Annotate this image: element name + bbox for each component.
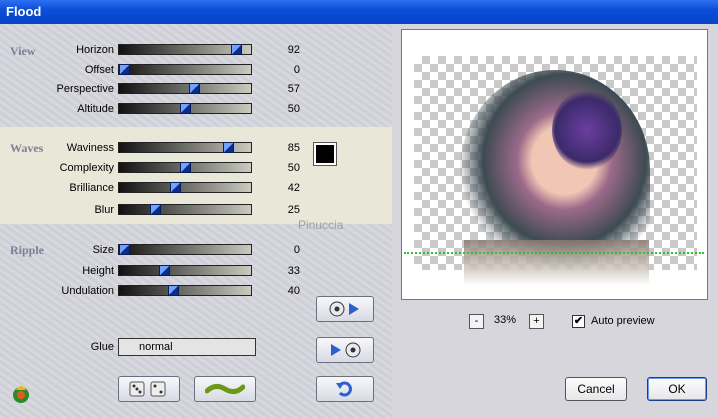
slider-undulation[interactable]: Undulation 40 [0, 284, 300, 298]
slider-waviness[interactable]: Waviness 85 [0, 141, 300, 155]
cancel-button[interactable]: Cancel [565, 377, 627, 401]
slider-label: Waviness [66, 142, 114, 154]
slider-track[interactable] [118, 285, 252, 296]
slider-value: 25 [287, 204, 300, 216]
preview-panel [401, 29, 708, 300]
slider-thumb[interactable] [170, 182, 182, 193]
glue-select[interactable]: normal [118, 338, 256, 356]
slider-thumb[interactable] [180, 103, 191, 114]
slider-thumb[interactable] [119, 244, 130, 255]
slider-thumb[interactable] [188, 83, 200, 94]
slider-track[interactable] [118, 103, 252, 114]
slider-label: Blur [94, 204, 114, 216]
play-forward-icon [329, 301, 359, 317]
randomize-button[interactable] [118, 376, 180, 402]
slider-track[interactable] [118, 182, 252, 193]
slider-thumb[interactable] [222, 142, 234, 153]
auto-preview-label: Auto preview [591, 315, 655, 327]
dice-icon [129, 381, 166, 397]
slider-label: Altitude [77, 103, 114, 115]
slider-thumb[interactable] [149, 204, 161, 215]
slider-value: 0 [293, 64, 300, 76]
slider-thumb[interactable] [159, 265, 171, 276]
slider-complexity[interactable]: Complexity 50 [0, 161, 300, 175]
slider-value: 0 [293, 244, 300, 256]
flood-dialog: Flood View Waves Ripple Horizon 92 Offse… [0, 0, 718, 418]
slider-thumb[interactable] [167, 285, 179, 296]
slider-horizon[interactable]: Horizon 92 [0, 43, 300, 57]
slider-track[interactable] [118, 162, 252, 173]
app-logo-icon [10, 382, 32, 404]
slider-track[interactable] [118, 142, 252, 153]
slider-value: 92 [287, 44, 300, 56]
play-back-button[interactable] [316, 337, 374, 363]
zoom-level: 33% [494, 314, 517, 326]
zoom-in-button[interactable]: + [529, 314, 544, 329]
horizon-line[interactable] [404, 252, 704, 254]
slider-label: Brilliance [69, 182, 114, 194]
title-bar: Flood [0, 0, 718, 24]
slider-size[interactable]: Size 0 [0, 243, 300, 257]
undo-button[interactable] [316, 376, 374, 402]
slider-value: 33 [287, 265, 300, 277]
slider-thumb[interactable] [180, 162, 191, 173]
slider-value: 85 [287, 142, 300, 154]
play-forward-button[interactable] [316, 296, 374, 322]
window-title: Flood [6, 4, 42, 19]
slider-value: 40 [287, 285, 300, 297]
slider-value: 50 [287, 162, 300, 174]
slider-track[interactable] [118, 44, 252, 55]
slider-label: Offset [84, 64, 114, 76]
glue-label: Glue [90, 341, 114, 353]
preview-reflection [464, 240, 649, 285]
slider-label: Size [92, 244, 114, 256]
slider-track[interactable] [118, 265, 252, 276]
slider-track[interactable] [118, 244, 252, 255]
slider-label: Perspective [56, 83, 114, 95]
undo-icon [336, 381, 352, 397]
slider-altitude[interactable]: Altitude 50 [0, 102, 300, 116]
slider-height[interactable]: Height 33 [0, 264, 300, 278]
slider-track[interactable] [118, 64, 252, 75]
play-back-icon [331, 342, 361, 358]
slider-track[interactable] [118, 204, 252, 215]
ok-button[interactable]: OK [647, 377, 707, 401]
slider-value: 50 [287, 103, 300, 115]
slider-thumb[interactable] [231, 44, 243, 55]
slider-brilliance[interactable]: Brilliance 42 [0, 181, 300, 195]
slider-blur[interactable]: Blur 25 [0, 203, 300, 217]
slider-offset[interactable]: Offset 0 [0, 63, 300, 77]
watermark: Pinuccia [298, 218, 344, 232]
color-swatch[interactable] [314, 143, 336, 165]
slider-label: Complexity [59, 162, 114, 174]
slider-value: 57 [287, 83, 300, 95]
slider-label: Undulation [61, 285, 114, 297]
slider-perspective[interactable]: Perspective 57 [0, 82, 300, 96]
slider-label: Horizon [76, 44, 114, 56]
wave-button[interactable] [194, 376, 256, 402]
wave-icon [205, 383, 245, 395]
auto-preview-checkbox[interactable]: ✔ [572, 315, 585, 328]
zoom-out-button[interactable]: - [469, 314, 484, 329]
slider-track[interactable] [118, 83, 252, 94]
preview-image-feathers [552, 90, 622, 170]
slider-thumb[interactable] [119, 64, 130, 75]
slider-label: Height [82, 265, 114, 277]
slider-value: 42 [287, 182, 300, 194]
